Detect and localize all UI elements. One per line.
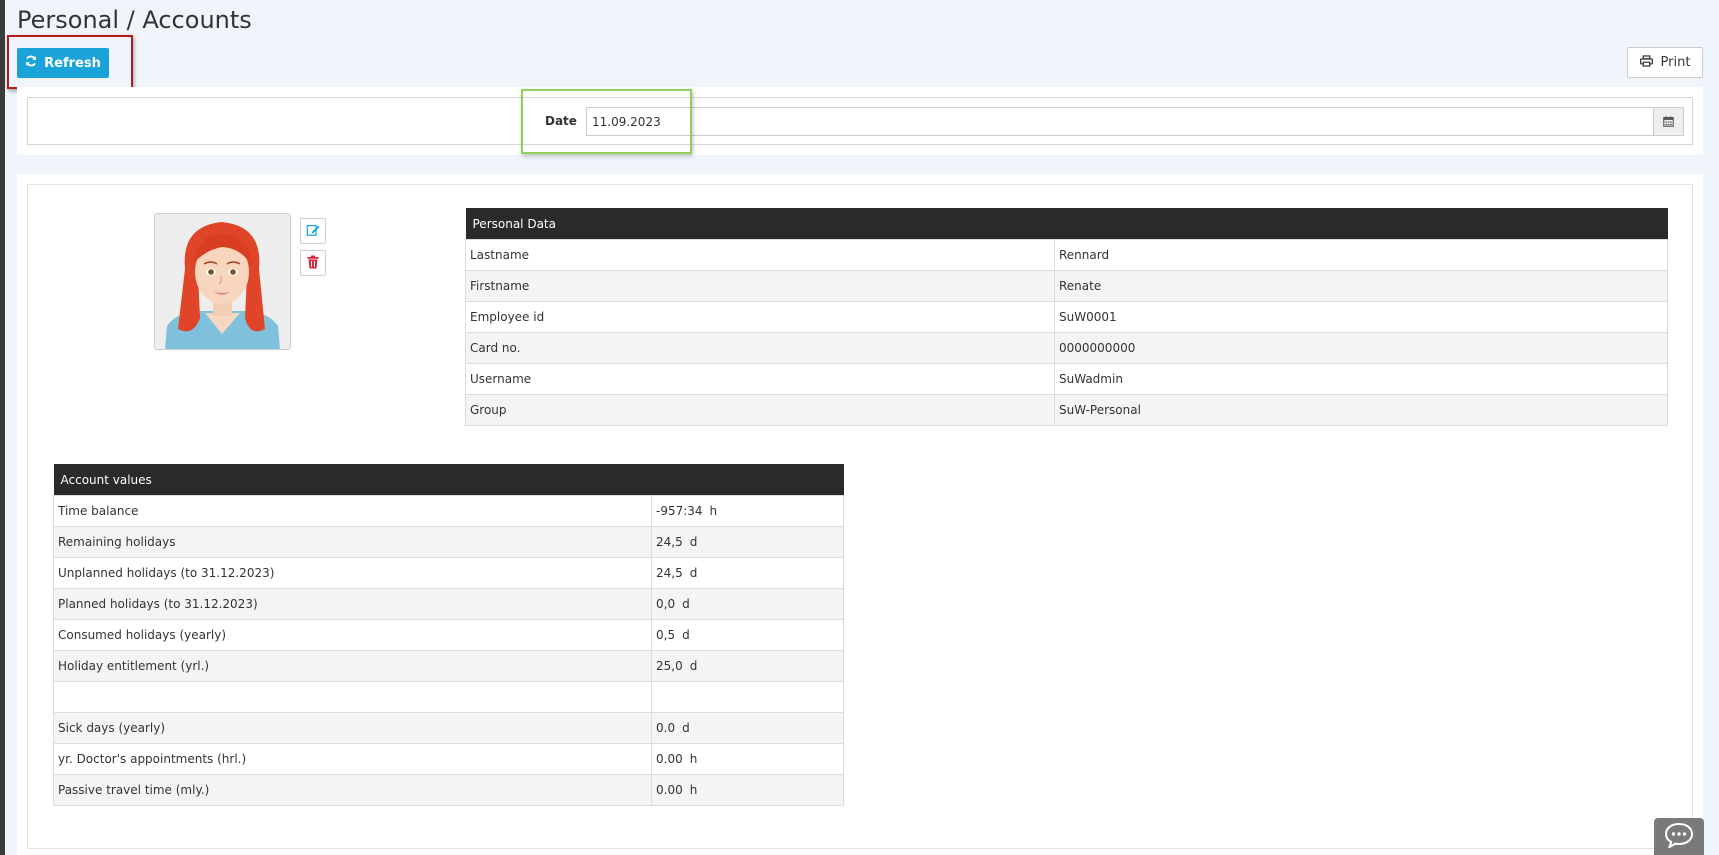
table-row: Consumed holidays (yearly) 0,5 d xyxy=(53,619,844,651)
row-value xyxy=(651,681,844,713)
row-label: Firstname xyxy=(465,270,1055,302)
value-unit: d xyxy=(682,721,690,735)
page-title: Personal / Accounts xyxy=(17,6,252,34)
row-label: Employee id xyxy=(465,301,1055,333)
row-label: Sick days (yearly) xyxy=(53,712,652,744)
row-value: 0000000000 xyxy=(1054,332,1668,364)
personal-data-title: Personal Data xyxy=(465,208,1668,240)
value-number: 0,5 xyxy=(656,628,676,642)
value-unit: d xyxy=(689,566,698,580)
table-row: Planned holidays (to 31.12.2023) 0,0 d xyxy=(53,588,844,620)
value-unit: d xyxy=(689,659,698,673)
row-value: Rennard xyxy=(1054,239,1668,271)
value-number: 0.0 xyxy=(656,721,676,735)
highlight-box-date xyxy=(521,89,692,154)
value-number: 0.00 xyxy=(656,752,683,766)
table-row: Card no. 0000000000 xyxy=(465,332,1668,364)
row-value: SuWadmin xyxy=(1054,363,1668,395)
row-value: 24,5 d xyxy=(651,557,844,589)
value-number: 24,5 xyxy=(656,535,683,549)
table-row: yr. Doctor's appointments (hrl.) 0.00 h xyxy=(53,743,844,775)
calendar-icon xyxy=(1663,112,1674,131)
row-label: Unplanned holidays (to 31.12.2023) xyxy=(53,557,652,589)
row-value: 0.00 h xyxy=(651,774,844,806)
value-unit: h xyxy=(689,752,698,766)
value-number: 24,5 xyxy=(656,566,683,580)
edit-photo-button[interactable] xyxy=(300,218,326,244)
row-value: 0.00 h xyxy=(651,743,844,775)
table-row: Unplanned holidays (to 31.12.2023) 24,5 d xyxy=(53,557,844,589)
window-edge xyxy=(0,0,5,855)
table-row: Group SuW-Personal xyxy=(465,394,1668,426)
account-values-title: Account values xyxy=(53,464,844,496)
personal-data-table: Personal Data Lastname Rennard Firstname R… xyxy=(465,208,1668,426)
value-unit: h xyxy=(689,783,698,797)
row-label: Card no. xyxy=(465,332,1055,364)
row-value: 24,5 d xyxy=(651,526,844,558)
date-input[interactable] xyxy=(586,107,1654,136)
row-label: Holiday entitlement (yrl.) xyxy=(53,650,652,682)
row-label: Remaining holidays xyxy=(53,526,652,558)
table-row: Passive travel time (mly.) 0.00 h xyxy=(53,774,844,806)
value-unit: d xyxy=(689,535,698,549)
row-label: Lastname xyxy=(465,239,1055,271)
value-number: -957:34 xyxy=(656,504,703,518)
row-label: Planned holidays (to 31.12.2023) xyxy=(53,588,652,620)
highlight-box-refresh xyxy=(7,35,133,89)
chat-button[interactable] xyxy=(1654,818,1704,855)
value-unit: d xyxy=(682,628,690,642)
table-row: Firstname Renate xyxy=(465,270,1668,302)
table-row: Sick days (yearly) 0.0 d xyxy=(53,712,844,744)
row-label xyxy=(53,681,652,713)
print-label: Print xyxy=(1660,55,1691,70)
table-row: Time balance -957:34 h xyxy=(53,495,844,527)
row-label: Username xyxy=(465,363,1055,395)
value-number: 25,0 xyxy=(656,659,683,673)
table-row: Username SuWadmin xyxy=(465,363,1668,395)
row-value: 0,0 d xyxy=(651,588,844,620)
row-value: 0,5 d xyxy=(651,619,844,651)
trash-icon xyxy=(307,254,319,273)
table-row: Remaining holidays 24,5 d xyxy=(53,526,844,558)
print-button[interactable]: Print xyxy=(1627,47,1703,78)
row-label: Consumed holidays (yearly) xyxy=(53,619,652,651)
table-row: Lastname Rennard xyxy=(465,239,1668,271)
row-value: -957:34 h xyxy=(651,495,844,527)
row-value: SuW0001 xyxy=(1054,301,1668,333)
delete-photo-button[interactable] xyxy=(300,250,326,276)
row-value: 0.0 d xyxy=(651,712,844,744)
value-unit: d xyxy=(682,597,690,611)
row-value: SuW-Personal xyxy=(1054,394,1668,426)
chat-icon xyxy=(1664,822,1694,852)
edit-icon xyxy=(306,222,320,241)
row-label: Passive travel time (mly.) xyxy=(53,774,652,806)
printer-icon xyxy=(1639,54,1653,71)
table-row: Employee id SuW0001 xyxy=(465,301,1668,333)
value-unit: h xyxy=(709,504,718,518)
calendar-button[interactable] xyxy=(1653,107,1684,136)
avatar xyxy=(154,213,291,350)
table-row-spacer xyxy=(53,681,844,713)
row-label: Group xyxy=(465,394,1055,426)
row-label: Time balance xyxy=(53,495,652,527)
table-row: Holiday entitlement (yrl.) 25,0 d xyxy=(53,650,844,682)
account-values-table: Account values Time balance -957:34 h Rema… xyxy=(53,464,844,806)
row-value: 25,0 d xyxy=(651,650,844,682)
value-number: 0,0 xyxy=(656,597,676,611)
row-label: yr. Doctor's appointments (hrl.) xyxy=(53,743,652,775)
value-number: 0.00 xyxy=(656,783,683,797)
row-value: Renate xyxy=(1054,270,1668,302)
